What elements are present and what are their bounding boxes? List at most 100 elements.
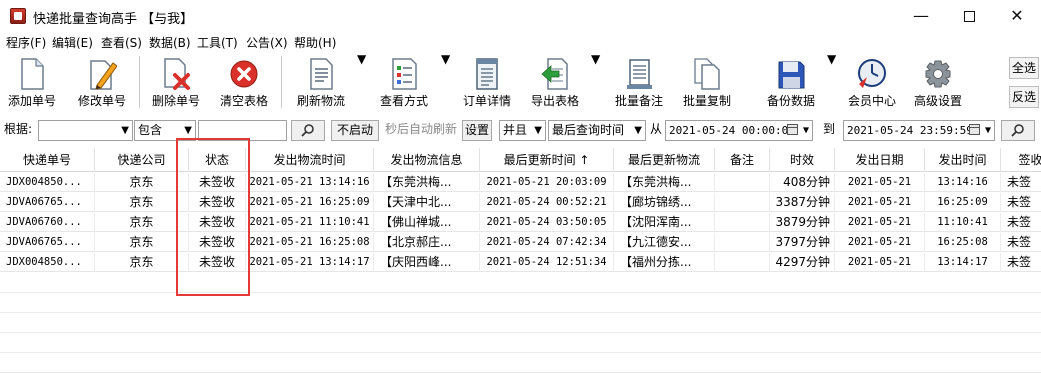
batch-copy-button[interactable]: 批量复制 — [676, 52, 738, 112]
column-header-last-update-time[interactable]: 最后更新时间 ↑ — [480, 148, 614, 172]
view-mode-button[interactable]: 查看方式 — [372, 52, 436, 112]
cell-dispatch-time[interactable]: 2021-05-21 16:25:09 — [246, 193, 374, 212]
cell-signed[interactable]: 未签 — [1001, 213, 1041, 232]
minimize-button[interactable]: — — [898, 0, 944, 32]
cell-status[interactable]: 未签收 — [189, 173, 246, 192]
cell-duration[interactable]: 3879分钟 — [770, 213, 835, 232]
batch-note-button[interactable]: 批量备注 — [608, 52, 670, 112]
cell-tracking-number[interactable]: JDX004850... — [0, 253, 95, 272]
cell-note[interactable] — [715, 193, 770, 212]
clear-table-button[interactable]: 清空表格 — [214, 52, 274, 112]
search-button[interactable] — [291, 120, 325, 141]
cell-dispatch-info[interactable]: 【佛山禅城... — [374, 213, 480, 232]
table-row[interactable]: JDVA06765... 京东 未签收 2021-05-21 16:25:08 【北京郝… — [0, 233, 1041, 252]
cell-tracking-number[interactable]: JDVA06765... — [0, 193, 95, 212]
column-header-signed[interactable]: 签收 — [1001, 148, 1041, 172]
column-header-dispatch-clock[interactable]: 发出时间 — [925, 148, 1001, 172]
column-header-note[interactable]: 备注 — [715, 148, 770, 172]
cell-dispatch-time[interactable]: 2021-05-21 16:25:08 — [246, 233, 374, 252]
cell-status[interactable]: 未签收 — [189, 253, 246, 272]
date-to-picker[interactable]: 2021-05-24 23:59:59 ▼ — [843, 120, 995, 141]
cell-status[interactable]: 未签收 — [189, 213, 246, 232]
refresh-settings-button[interactable]: 设置 — [462, 120, 492, 141]
cell-signed[interactable]: 未签 — [1001, 173, 1041, 192]
cell-tracking-number[interactable]: JDVA06765... — [0, 233, 95, 252]
cell-duration[interactable]: 408分钟 — [770, 173, 835, 192]
filter-condition-select[interactable]: 包含 ▼ — [134, 120, 196, 141]
cell-last-update-info[interactable]: 【福州分拣... — [614, 253, 715, 272]
member-center-button[interactable]: 会员中心 — [843, 52, 901, 112]
cell-note[interactable] — [715, 173, 770, 192]
cell-courier[interactable]: 京东 — [95, 213, 189, 232]
cell-dispatch-time[interactable]: 2021-05-21 13:14:17 — [246, 253, 374, 272]
column-header-status[interactable]: 状态 — [189, 148, 246, 172]
backup-data-button[interactable]: 备份数据 — [760, 52, 822, 112]
cell-courier[interactable]: 京东 — [95, 173, 189, 192]
cell-dispatch-time[interactable]: 2021-05-21 13:14:16 — [246, 173, 374, 192]
menu-view[interactable]: 查看(S) — [101, 34, 142, 51]
cell-dispatch-date[interactable]: 2021-05-21 — [835, 193, 925, 212]
delete-number-button[interactable]: 删除单号 — [146, 52, 206, 112]
cell-dispatch-clock[interactable]: 16:25:08 — [925, 233, 1001, 252]
refresh-dropdown-arrow-icon[interactable]: ▼ — [357, 52, 366, 112]
cell-last-update-info[interactable]: 【东莞洪梅... — [614, 173, 715, 192]
cell-tracking-number[interactable]: JDVA06760... — [0, 213, 95, 232]
cell-duration[interactable]: 4297分钟 — [770, 253, 835, 272]
cell-duration[interactable]: 3797分钟 — [770, 233, 835, 252]
cell-last-update-time[interactable]: 2021-05-24 12:51:34 — [480, 253, 614, 272]
filter-field-select[interactable]: ▼ — [38, 120, 133, 141]
cell-dispatch-info[interactable]: 【东莞洪梅... — [374, 173, 480, 192]
cell-note[interactable] — [715, 253, 770, 272]
column-header-duration[interactable]: 时效 — [770, 148, 835, 172]
column-header-last-update-info[interactable]: 最后更新物流 — [614, 148, 715, 172]
cell-dispatch-info[interactable]: 【北京郝庄... — [374, 233, 480, 252]
cell-signed[interactable]: 未签 — [1001, 193, 1041, 212]
menu-data[interactable]: 数据(B) — [149, 34, 191, 51]
advanced-settings-button[interactable]: 高级设置 — [906, 52, 970, 112]
table-row[interactable]: JDX004850... 京东 未签收 2021-05-21 13:14:16 【东莞洪… — [0, 173, 1041, 192]
export-dropdown-arrow-icon[interactable]: ▼ — [591, 52, 600, 112]
cell-courier[interactable]: 京东 — [95, 233, 189, 252]
cell-note[interactable] — [715, 233, 770, 252]
cell-dispatch-clock[interactable]: 13:14:16 — [925, 173, 1001, 192]
cell-dispatch-date[interactable]: 2021-05-21 — [835, 253, 925, 272]
select-all-button[interactable]: 全选 — [1009, 57, 1039, 79]
logic-select[interactable]: 并且 ▼ — [499, 120, 546, 141]
cell-last-update-info[interactable]: 【廊坊锦绣... — [614, 193, 715, 212]
cell-tracking-number[interactable]: JDX004850... — [0, 173, 95, 192]
menu-notice[interactable]: 公告(X) — [246, 34, 288, 51]
column-header-courier[interactable]: 快递公司 — [95, 148, 189, 172]
table-row[interactable]: JDVA06765... 京东 未签收 2021-05-21 16:25:09 【天津中… — [0, 193, 1041, 212]
table-row[interactable]: JDVA06760... 京东 未签收 2021-05-21 11:10:41 【佛山禅… — [0, 213, 1041, 232]
order-detail-button[interactable]: 订单详情 — [456, 52, 518, 112]
cell-status[interactable]: 未签收 — [189, 193, 246, 212]
cell-dispatch-info[interactable]: 【庆阳西峰... — [374, 253, 480, 272]
column-header-dispatch-date[interactable]: 发出日期 — [835, 148, 925, 172]
maximize-button[interactable] — [946, 0, 992, 32]
column-header-dispatch-info[interactable]: 发出物流信息 — [374, 148, 480, 172]
cell-signed[interactable]: 未签 — [1001, 253, 1041, 272]
close-button[interactable]: ✕ — [994, 0, 1040, 32]
cell-status[interactable]: 未签收 — [189, 233, 246, 252]
cell-dispatch-time[interactable]: 2021-05-21 11:10:41 — [246, 213, 374, 232]
cell-last-update-info[interactable]: 【九江德安... — [614, 233, 715, 252]
cell-last-update-info[interactable]: 【沈阳浑南... — [614, 213, 715, 232]
cell-dispatch-date[interactable]: 2021-05-21 — [835, 213, 925, 232]
refresh-logistics-button[interactable]: 刷新物流 — [290, 52, 352, 112]
cell-courier[interactable]: 京东 — [95, 253, 189, 272]
menu-help[interactable]: 帮助(H) — [294, 34, 336, 51]
cell-dispatch-clock[interactable]: 16:25:09 — [925, 193, 1001, 212]
cell-dispatch-info[interactable]: 【天津中北... — [374, 193, 480, 212]
menu-program[interactable]: 程序(F) — [6, 34, 46, 51]
filter-keyword-input[interactable] — [198, 120, 287, 141]
backup-dropdown-arrow-icon[interactable]: ▼ — [827, 52, 836, 112]
cell-dispatch-date[interactable]: 2021-05-21 — [835, 233, 925, 252]
cell-dispatch-clock[interactable]: 11:10:41 — [925, 213, 1001, 232]
date-from-picker[interactable]: 2021-05-24 00:00:00 ▼ — [665, 120, 813, 141]
cell-last-update-time[interactable]: 2021-05-24 07:42:34 — [480, 233, 614, 252]
cell-note[interactable] — [715, 213, 770, 232]
table-row[interactable]: JDX004850... 京东 未签收 2021-05-21 13:14:17 【庆阳西… — [0, 253, 1041, 272]
view-dropdown-arrow-icon[interactable]: ▼ — [441, 52, 450, 112]
add-number-button[interactable]: 添加单号 — [2, 52, 62, 112]
export-table-button[interactable]: 导出表格 — [524, 52, 586, 112]
